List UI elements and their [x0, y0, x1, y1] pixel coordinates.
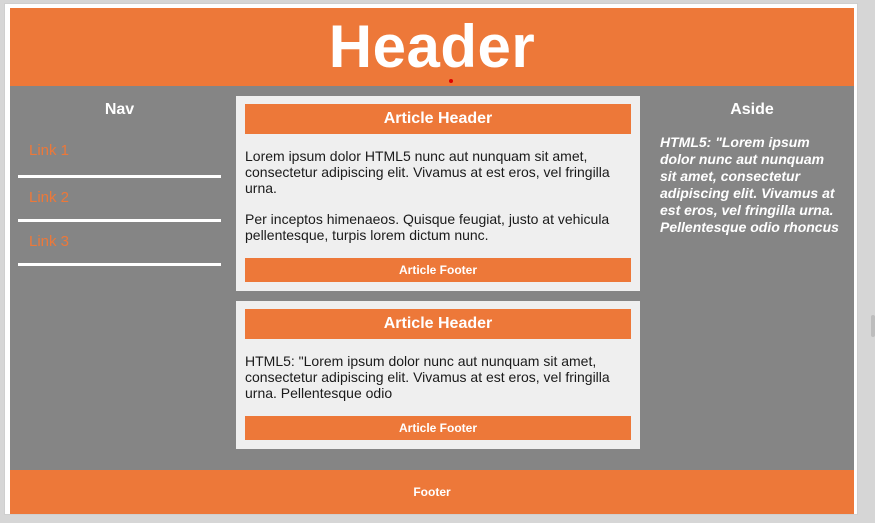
article-footer: Article Footer [245, 416, 631, 440]
content-area: Nav Link 1 Link 2 Link 3 Article Header … [10, 86, 854, 470]
aside-title: Aside [730, 101, 774, 118]
aside-section: Aside HTML5: "Lorem ipsum dolor nunc aut… [660, 86, 844, 236]
article-paragraph: HTML5: "Lorem ipsum dolor nunc aut nunqu… [245, 353, 610, 401]
article-body: Lorem ipsum dolor HTML5 nunc aut nunquam… [245, 148, 631, 243]
page-title: Header [328, 13, 536, 80]
article-header: Article Header [245, 309, 631, 339]
article-footer: Article Footer [245, 258, 631, 282]
nav-link-3[interactable]: Link 3 [18, 222, 221, 266]
article-paragraph: Per inceptos himenaeos. Quisque feugiat,… [245, 211, 610, 243]
article-2: Article Header HTML5: "Lorem ipsum dolor… [236, 301, 640, 449]
article-body: HTML5: "Lorem ipsum dolor nunc aut nunqu… [245, 353, 631, 401]
page-header: Header [10, 8, 854, 86]
scrollbar-handle[interactable] [871, 315, 875, 337]
page-footer: Footer [10, 470, 854, 514]
nav-link-1[interactable]: Link 1 [18, 137, 221, 178]
page-canvas: Header Nav Link 1 Link 2 Link 3 Article … [4, 3, 858, 515]
nav-link-2[interactable]: Link 2 [18, 178, 221, 222]
aside-text: HTML5: "Lorem ipsum dolor nunc aut nunqu… [660, 134, 839, 235]
main-section: Article Header Lorem ipsum dolor HTML5 n… [236, 96, 640, 449]
article-paragraph: Lorem ipsum dolor HTML5 nunc aut nunquam… [245, 148, 610, 196]
mouse-pointer-dot [449, 79, 453, 83]
article-1: Article Header Lorem ipsum dolor HTML5 n… [236, 96, 640, 291]
nav-section: Nav Link 1 Link 2 Link 3 [18, 86, 221, 266]
nav-list: Link 1 Link 2 Link 3 [18, 137, 221, 266]
article-header: Article Header [245, 104, 631, 134]
nav-title: Nav [104, 101, 135, 118]
